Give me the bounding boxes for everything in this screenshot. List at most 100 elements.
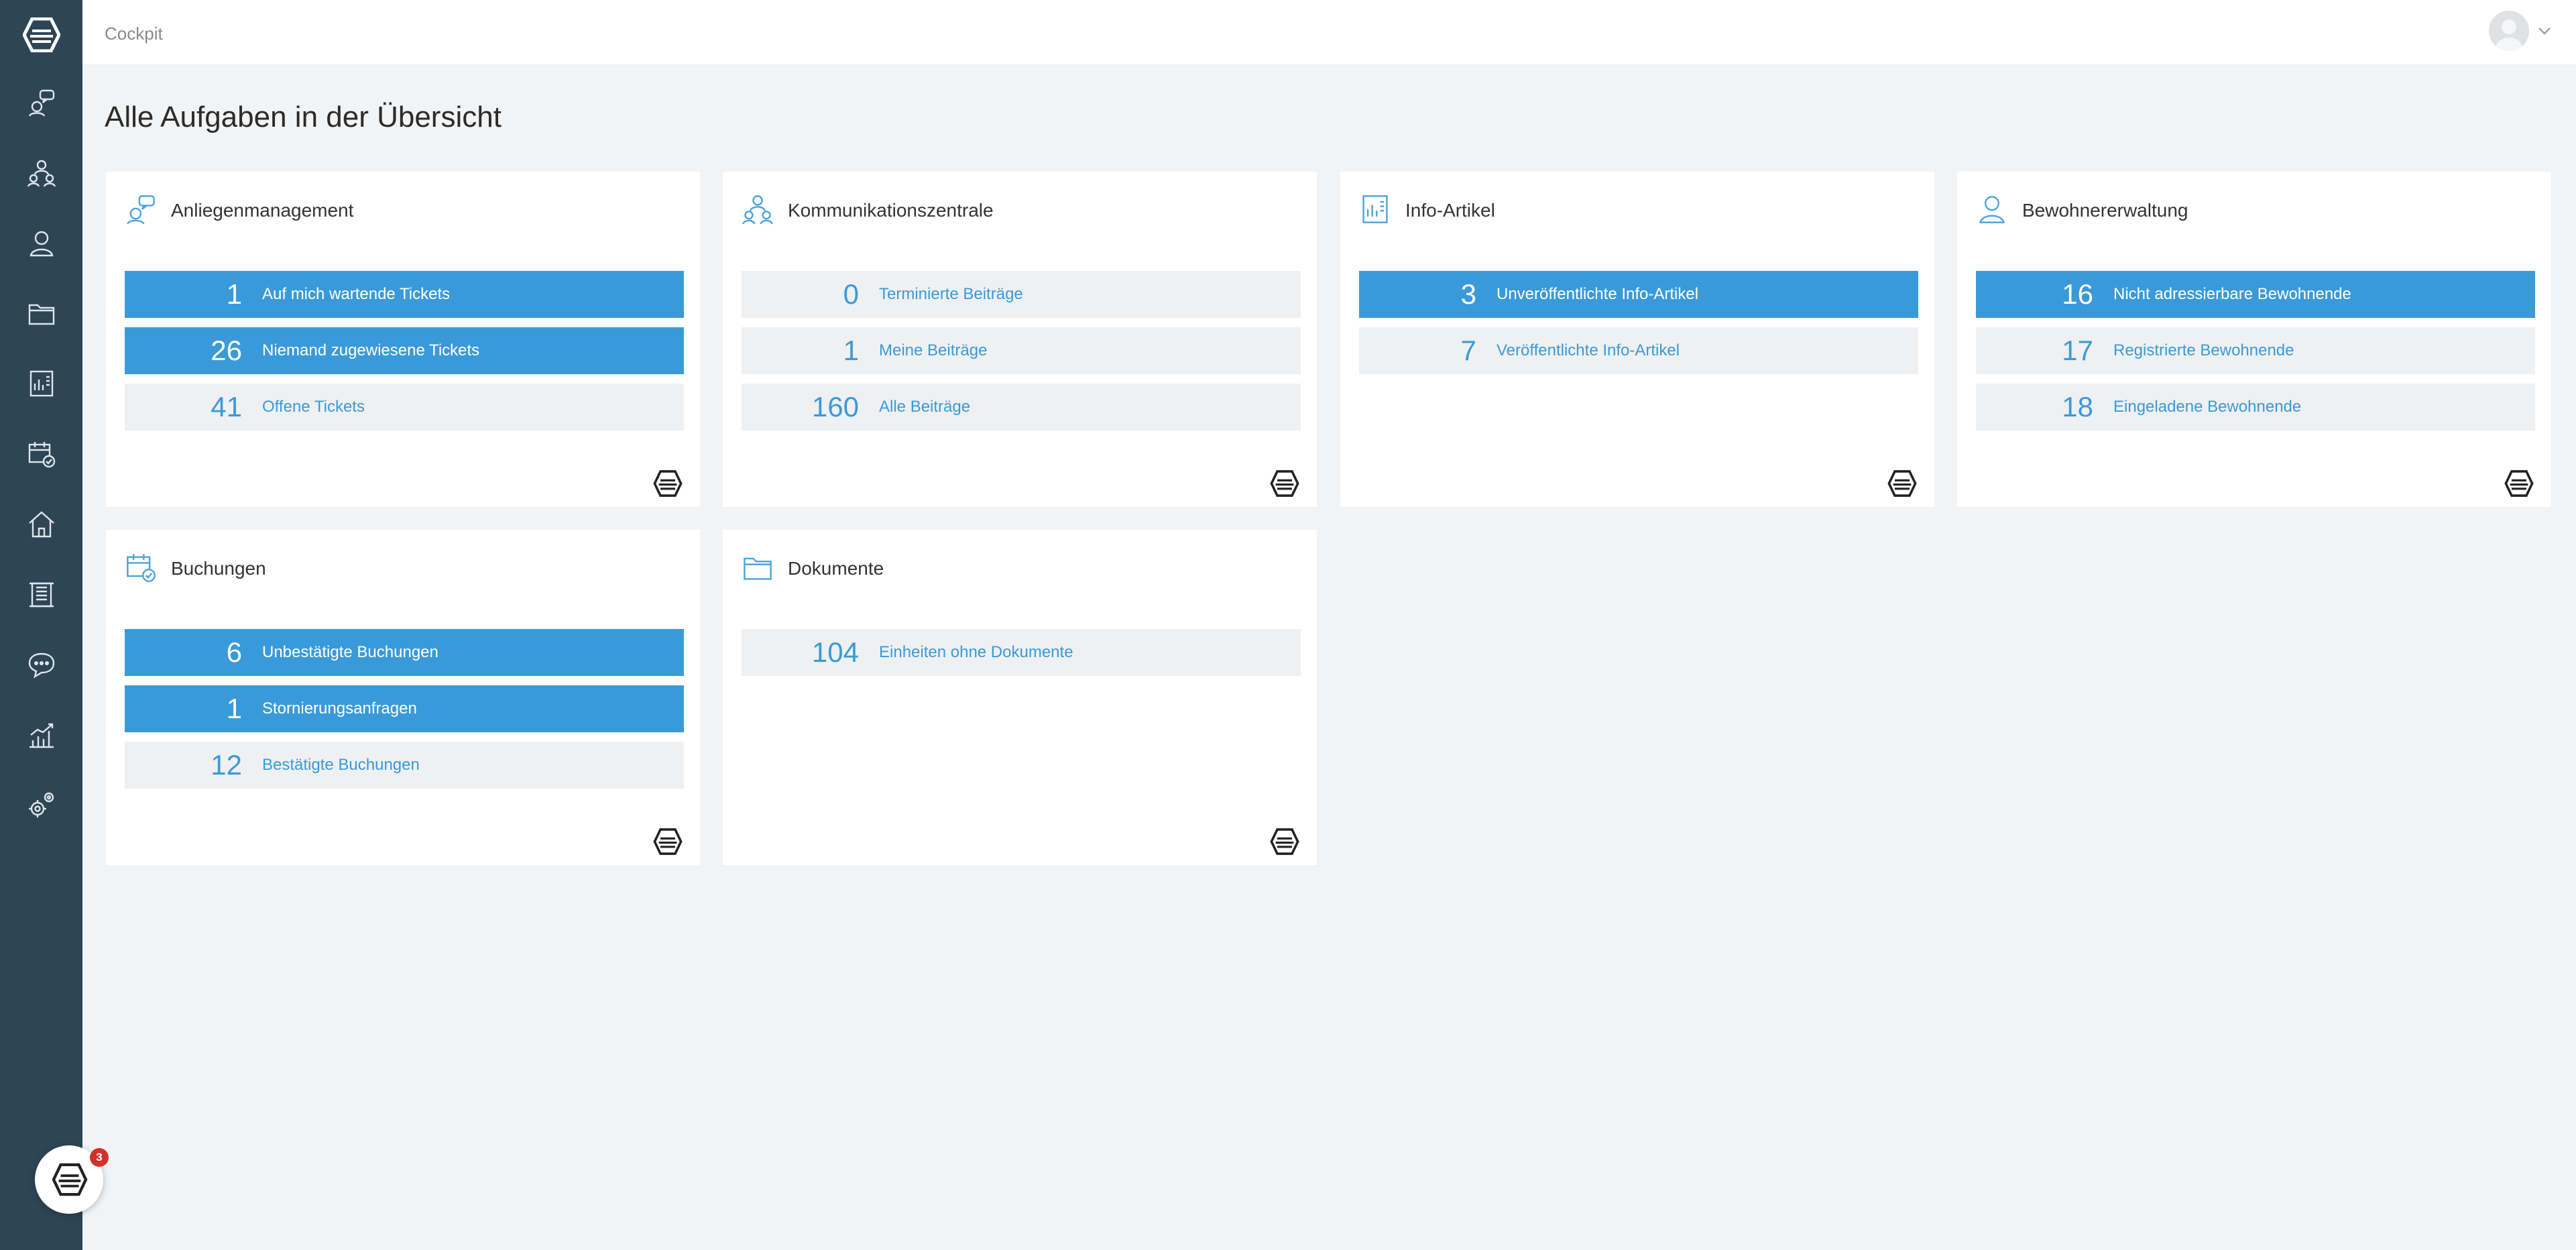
analytics-icon [30, 723, 54, 748]
task-label: Einheiten ohne Dokumente [879, 643, 1073, 661]
task-row[interactable]: 16 Nicht adressierbare Bewohnende [1976, 271, 2535, 318]
chevron-down-icon[interactable] [2537, 25, 2552, 36]
person-icon [1979, 196, 2005, 223]
card-bewohnererwaltung: Bewohnererwaltung 16 Nicht adressierbare … [1957, 172, 2551, 507]
sidebar-item-kommunikation[interactable] [27, 158, 56, 188]
brand-logo-icon [2504, 470, 2534, 497]
task-row[interactable]: 17 Registrierte Bewohnende [1976, 327, 2535, 374]
report-icon [1362, 195, 1388, 223]
task-count: 7 [1460, 335, 1476, 366]
task-count: 1 [843, 335, 859, 366]
task-list: 104 Einheiten ohne Dokumente [742, 629, 1301, 685]
brand-logo-icon [653, 828, 683, 855]
task-row[interactable]: 18 Eingeladene Bewohnende [1976, 384, 2535, 431]
task-list: 6 Unbestätigte Buchungen 1 Stornierungsanfr… [125, 629, 684, 798]
sidebar-item-bewohner[interactable] [27, 229, 56, 258]
task-row[interactable]: 6 Unbestätigte Buchungen [125, 629, 684, 676]
task-count: 26 [211, 335, 242, 366]
user-avatar-icon [2489, 11, 2529, 51]
task-row[interactable]: 160 Alle Beiträge [742, 384, 1301, 431]
task-row[interactable]: 12 Bestätigte Buchungen [125, 742, 684, 789]
card-title: Info-Artikel [1405, 200, 1495, 221]
calendar-check-icon [28, 442, 56, 468]
brand-logo-icon [1270, 828, 1299, 855]
brand-logo-icon [1887, 470, 1917, 497]
task-label: Registrierte Bewohnende [2113, 341, 2294, 359]
task-label: Unbestätigte Buchungen [262, 643, 438, 661]
person-icon [30, 231, 54, 257]
task-label: Nicht adressierbare Bewohnende [2113, 285, 2351, 303]
card-kommunikationszentrale: Kommunikationszentrale 0 Terminierte Beit… [723, 172, 1317, 507]
task-label: Unveröffentlichte Info-Artikel [1497, 285, 1699, 303]
sidebar-item-einstellungen[interactable] [27, 790, 56, 819]
task-row[interactable]: 0 Terminierte Beiträge [742, 271, 1301, 318]
task-count: 0 [843, 278, 859, 310]
task-row[interactable]: 3 Unveröffentlichte Info-Artikel [1359, 271, 1918, 318]
card-buchungen: Buchungen 6 Unbestätigte Buchungen 1 Storni… [106, 530, 700, 865]
sidebar-item-info[interactable] [27, 369, 56, 398]
task-count: 41 [211, 391, 242, 422]
task-list: 1 Auf mich wartende Tickets 26 Niemand zuge… [125, 271, 684, 440]
task-label: Alle Beiträge [879, 398, 971, 416]
settings-icon [29, 792, 54, 817]
task-row[interactable]: 1 Stornierungsanfragen [125, 685, 684, 732]
avatar[interactable] [2489, 11, 2529, 51]
task-label: Niemand zugewiesene Tickets [262, 341, 480, 359]
task-count: 12 [211, 749, 242, 781]
brand-chat-icon [52, 1163, 88, 1196]
chat-bubble-icon [28, 652, 55, 679]
card-dokumente: Dokumente 104 Einheiten ohne Dokumente [723, 530, 1317, 865]
task-label: Bestätigte Buchungen [262, 756, 420, 774]
report-icon [30, 370, 54, 397]
card-info-artikel: Info-Artikel 3 Unveröffentlichte Info-Art… [1340, 172, 1934, 507]
card-title: Dokumente [788, 558, 884, 579]
breadcrumb[interactable]: Cockpit [105, 23, 163, 44]
task-count: 1 [226, 278, 242, 310]
task-row[interactable]: 7 Veröffentlichte Info-Artikel [1359, 327, 1918, 374]
sidebar-item-chat[interactable] [27, 650, 56, 679]
card-title: Kommunikationszentrale [788, 200, 994, 221]
brand-logo-icon[interactable] [23, 17, 60, 52]
task-count: 16 [2062, 278, 2093, 310]
task-count: 6 [226, 636, 242, 668]
communication-icon [742, 195, 773, 225]
task-count: 1 [226, 693, 242, 724]
task-count: 160 [811, 391, 859, 422]
support-chat-icon [28, 89, 55, 117]
task-label: Eingeladene Bewohnende [2113, 398, 2302, 416]
task-row[interactable]: 1 Meine Beiträge [742, 327, 1301, 374]
task-row[interactable]: 104 Einheiten ohne Dokumente [742, 629, 1301, 676]
task-label: Veröffentlichte Info-Artikel [1497, 341, 1680, 359]
task-count: 18 [2062, 391, 2093, 422]
card-title: Anliegenmanagement [171, 200, 354, 221]
calendar-check-icon [127, 554, 156, 582]
sidebar-item-buchungen[interactable] [27, 439, 56, 469]
task-row[interactable]: 26 Niemand zugewiesene Tickets [125, 327, 684, 374]
brand-logo-icon [653, 470, 683, 497]
folder-icon [28, 304, 55, 325]
card-anliegenmanagement: Anliegenmanagement 1 Auf mich wartende Ti… [106, 172, 700, 507]
sidebar-item-gebaeude[interactable] [27, 579, 56, 609]
task-list: 16 Nicht adressierbare Bewohnende 17 Regist… [1976, 271, 2535, 440]
task-row[interactable]: 41 Offene Tickets [125, 384, 684, 431]
task-list: 3 Unveröffentlichte Info-Artikel 7 Veröffen… [1359, 271, 1918, 384]
task-count: 17 [2062, 335, 2093, 366]
sidebar-item-home[interactable] [27, 510, 56, 539]
task-count: 3 [1460, 278, 1476, 310]
chat-button[interactable]: 3 [35, 1145, 109, 1214]
page-title: Alle Aufgaben in der Übersicht [105, 101, 502, 133]
sidebar-item-anliegen[interactable] [27, 88, 56, 117]
sidebar-item-statistik[interactable] [27, 720, 56, 750]
task-label: Offene Tickets [262, 398, 365, 416]
task-row[interactable]: 1 Auf mich wartende Tickets [125, 271, 684, 318]
card-title: Buchungen [171, 558, 266, 579]
topbar: Cockpit [82, 0, 2576, 64]
home-icon [29, 511, 54, 538]
task-list: 0 Terminierte Beiträge 1 Meine Beiträge 160 A… [742, 271, 1301, 440]
sidebar-item-dokumente[interactable] [27, 298, 56, 328]
building-icon [30, 582, 54, 608]
task-label: Stornierungsanfragen [262, 699, 417, 718]
support-chat-icon [127, 195, 155, 225]
sidebar [0, 0, 82, 1250]
task-label: Terminierte Beiträge [879, 285, 1023, 303]
